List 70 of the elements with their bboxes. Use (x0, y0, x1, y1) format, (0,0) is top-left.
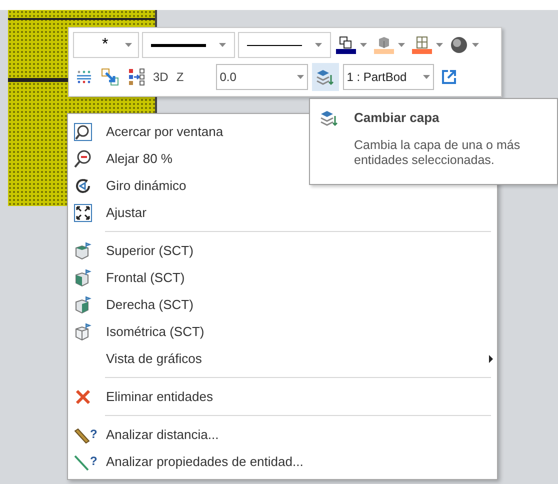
panel-icon (414, 36, 430, 49)
tooltip-title: Cambiar capa (354, 109, 440, 127)
line-style-dropdown[interactable] (142, 32, 235, 58)
line-preview-icon (247, 44, 302, 46)
menu-item-label: Alejar 80 % (106, 150, 172, 168)
menu-item-label: Vista de gráficos (106, 350, 202, 368)
delete-icon (74, 388, 92, 406)
menu-item-label: Isométrica (SCT) (106, 322, 204, 341)
cube-front-face-icon (74, 268, 92, 286)
color-dropdown-button[interactable] (334, 36, 369, 54)
menu-item[interactable]: Superior (SCT) (68, 237, 497, 264)
layer-dropdown[interactable]: 1 : PartBod (342, 64, 434, 90)
color-dropdown-button[interactable] (410, 36, 445, 54)
overlapping-squares-icon (338, 36, 354, 49)
menu-item-label: Analizar distancia... (106, 426, 219, 444)
caret-icon (360, 43, 367, 47)
question-mark-icon: ? (90, 454, 98, 466)
ruler-icon (74, 426, 90, 444)
toolbar-text-button[interactable]: Z (174, 68, 186, 86)
zoom-out-icon (74, 150, 92, 168)
toolbar-text-button[interactable]: 3D (151, 68, 170, 86)
caret-icon (398, 43, 405, 47)
caret-icon (422, 75, 430, 79)
zoom-window-icon (74, 122, 92, 140)
line-preview-icon (151, 44, 206, 46)
menu-item[interactable]: ? Analizar distancia... (68, 421, 497, 448)
blocks-arrow-icon (127, 68, 145, 86)
question-mark-icon: ? (90, 428, 98, 440)
menu-item[interactable]: Isométrica (SCT) (68, 318, 497, 345)
menu-item-label: Derecha (SCT) (106, 296, 194, 314)
cube-top-face-icon (74, 242, 92, 260)
toolbar-icon-button[interactable] (312, 63, 339, 91)
caret-icon (219, 43, 226, 47)
layers-icon (316, 68, 334, 86)
menu-item-label: Superior (SCT) (106, 242, 194, 260)
external-link-icon (440, 68, 458, 86)
caret-icon (472, 43, 479, 47)
sphere-icon (450, 36, 468, 54)
cube-icon (74, 322, 92, 340)
menu-item-label: Ajustar (106, 204, 146, 222)
fit-icon (74, 204, 92, 222)
rotate-icon (74, 176, 92, 194)
menu-item-label: Acercar por ventana (106, 122, 224, 141)
submenu-item[interactable]: Vista de gráficos (68, 345, 497, 372)
menu-item[interactable]: ? Analizar propiedades de entidad... (68, 448, 497, 475)
point-style-dropdown[interactable]: * (73, 32, 139, 58)
menu-item-label: Giro dinámico (106, 176, 186, 195)
menu-item-label: Frontal (SCT) (106, 268, 185, 287)
cube-icon (376, 36, 392, 49)
color-dropdown-button[interactable] (372, 36, 407, 54)
menu-item[interactable]: Ajustar (68, 199, 497, 226)
grid-lines-icon (75, 68, 93, 86)
line-style-dropdown[interactable] (238, 32, 331, 58)
menu-item-label: Eliminar entidades (106, 388, 213, 406)
caret-icon (296, 75, 304, 79)
diagonal-line-icon (74, 452, 90, 470)
cube-right-face-icon (74, 296, 92, 314)
move-arrow-icon (101, 68, 119, 86)
menu-item[interactable]: Frontal (SCT) (68, 264, 497, 291)
menu-item-label: Analizar propiedades de entidad... (106, 452, 304, 471)
z-value-field[interactable]: 0.0 (216, 64, 308, 90)
caret-icon (315, 43, 322, 47)
sphere-dropdown-button[interactable] (448, 36, 481, 54)
submenu-arrow-icon (489, 354, 493, 362)
menu-item[interactable]: Derecha (SCT) (68, 291, 497, 318)
menu-item[interactable]: Eliminar entidades (68, 383, 497, 410)
tooltip-description: Cambia la capa de una o más entidades seleccionadas. (353, 138, 522, 168)
caret-icon (436, 43, 443, 47)
layers-icon (320, 108, 338, 127)
caret-icon (125, 43, 132, 47)
